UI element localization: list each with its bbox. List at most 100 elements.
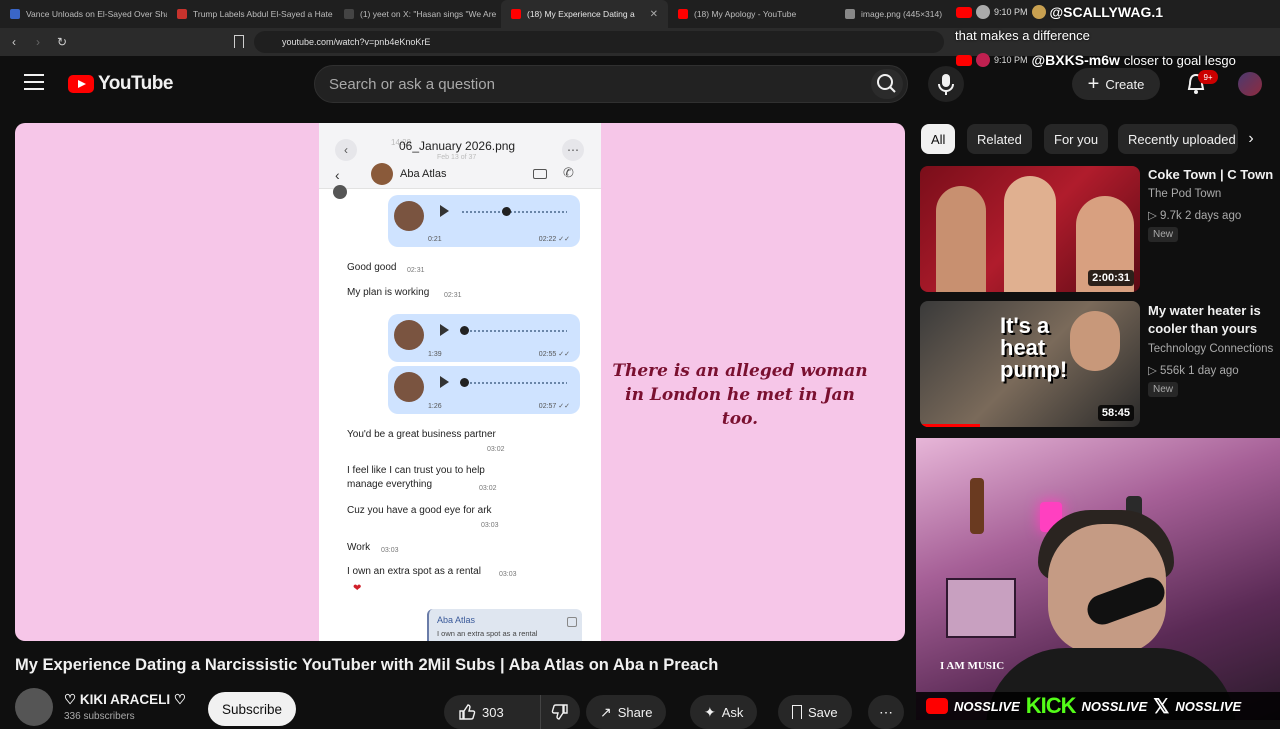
voice-avatar	[394, 201, 424, 231]
tab-title: (18) My Experience Dating a	[527, 9, 635, 19]
recommendation-meta: ▷ 556k 1 day ago	[1148, 365, 1239, 377]
webcam-overlay: I AM MUSIC	[916, 438, 1280, 720]
save-button[interactable]: Save	[778, 695, 852, 729]
tab-title: Trump Labels Abdul El-Sayed a Hate	[193, 9, 333, 19]
thumbnail-text: It's a heat pump!	[1000, 313, 1068, 382]
youtube-logo[interactable]: YouTube	[68, 73, 173, 95]
back-icon[interactable]: ‹	[4, 35, 24, 49]
voice-note: 0:21 02:22 ✓✓	[388, 195, 580, 247]
search-input[interactable]	[329, 74, 849, 94]
chat-message-text: Work	[347, 542, 371, 553]
youtube-icon	[678, 9, 688, 19]
thumbs-down-icon	[551, 704, 568, 720]
like-button[interactable]: 303	[444, 695, 540, 729]
ask-button[interactable]: ✦ Ask	[690, 695, 758, 729]
recommendation-title[interactable]: My water heater is cooler than yours	[1148, 302, 1276, 338]
chat-message: 9:10 PM @BXKS-m6w closer to goal lesgo	[956, 52, 1236, 68]
channel-avatar[interactable]	[15, 688, 53, 726]
thumbnail-figure	[936, 186, 986, 292]
chat-time: 9:10 PM	[994, 55, 1028, 65]
watch-progress	[920, 424, 980, 427]
voice-avatar	[394, 320, 424, 350]
avatar[interactable]	[1238, 72, 1262, 96]
chat-screenshot: 14:29 ‹ 06_January 2026.png Feb 13 of 37…	[319, 123, 601, 641]
contact-avatar	[371, 163, 393, 185]
tab-favicon-icon	[10, 9, 20, 19]
youtube-icon	[511, 9, 521, 19]
browser-tab[interactable]: Trump Labels Abdul El-Sayed a Hate	[167, 0, 334, 28]
chat-badge-icon	[1031, 5, 1046, 19]
voice-time: 02:57 ✓✓	[538, 403, 570, 410]
voice-duration: 1:39	[428, 351, 442, 358]
waveform	[462, 211, 567, 213]
waveform	[462, 382, 567, 384]
youtube-play-icon	[68, 75, 94, 93]
chat-message-text: manage everything	[347, 479, 433, 490]
address-bar[interactable]: youtube.com/watch?v=pnb4eKnoKrE	[254, 31, 944, 53]
subscribe-button[interactable]: Subscribe	[208, 692, 296, 726]
chat-message-time: 03:02	[487, 446, 505, 453]
social-handle: NOSSLIVE	[1175, 698, 1242, 714]
channel-name[interactable]: ♡ KIKI ARACELI ♡	[64, 692, 186, 708]
more-actions-button[interactable]: ⋯	[868, 695, 904, 729]
image-icon	[567, 617, 577, 627]
youtube-icon	[926, 698, 948, 714]
chevron-right-icon[interactable]: ›	[1240, 128, 1262, 150]
reload-icon[interactable]: ↻	[52, 35, 72, 49]
meta-text: 556k 1 day ago	[1160, 365, 1239, 377]
recommendation-channel[interactable]: Technology Connections	[1148, 343, 1276, 355]
search-box	[314, 65, 908, 103]
tab-title: Vance Unloads on El-Sayed Over Sha	[26, 9, 167, 19]
ask-label: Ask	[721, 704, 744, 720]
bookmark-icon[interactable]	[234, 35, 244, 48]
voice-search-button[interactable]	[928, 66, 964, 102]
chip-related[interactable]: Related	[967, 124, 1032, 154]
kick-logo: KICK	[1025, 693, 1077, 718]
microphone-icon	[938, 74, 954, 95]
chat-text: closer to goal lesgo	[1123, 52, 1236, 68]
video-player[interactable]: 14:29 ‹ 06_January 2026.png Feb 13 of 37…	[15, 123, 905, 641]
social-handle: NOSSLIVE	[954, 698, 1020, 714]
menu-icon[interactable]	[24, 74, 44, 90]
recommendation-thumbnail[interactable]: 2:00:31	[920, 166, 1140, 292]
voice-note: 1:26 02:57 ✓✓	[388, 366, 580, 414]
recommendation-channel[interactable]: The Pod Town	[1148, 188, 1276, 200]
chip-recently-uploaded[interactable]: Recently uploaded	[1118, 124, 1238, 154]
thumbnail-figure	[1004, 176, 1056, 292]
notification-count-badge: 9+	[1198, 70, 1218, 84]
video-call-icon	[533, 169, 547, 179]
bookmark-icon	[792, 705, 802, 719]
tab-title: image.png (445×314)	[861, 9, 943, 19]
plus-icon: +	[1087, 72, 1100, 95]
dislike-button[interactable]	[540, 695, 580, 729]
forward-icon[interactable]: ›	[28, 35, 48, 49]
close-icon[interactable]: ✕	[650, 9, 658, 20]
chip-all[interactable]: All	[921, 124, 956, 154]
image-file-subtitle: Feb 13 of 37	[437, 154, 477, 161]
chat-message-time: 03:03	[499, 571, 517, 578]
recommendation-title[interactable]: Coke Town | C Town	[1148, 166, 1276, 184]
share-button[interactable]: ↗ Share	[586, 695, 667, 729]
chat-message-text: I feel like I can trust you to help	[347, 465, 485, 476]
save-label: Save	[808, 704, 838, 720]
url-text: youtube.com/watch?v=pnb4eKnoKrE	[282, 37, 431, 47]
social-handle: NOSSLIVE	[1081, 698, 1148, 714]
browser-tab-active[interactable]: (18) My Experience Dating a ✕	[501, 0, 668, 28]
search-button[interactable]	[871, 69, 903, 99]
chat-message-text: You'd be a great business partner	[347, 429, 496, 440]
browser-tab[interactable]: Vance Unloads on El-Sayed Over Sha	[0, 0, 167, 28]
browser-tab[interactable]: (1) yeet on X: "Hasan sings "We Are	[334, 0, 501, 28]
quote-name: Aba Atlas	[437, 615, 476, 625]
recommendation-thumbnail[interactable]: It's a heat pump! 58:45	[920, 301, 1140, 427]
voice-duration: 0:21	[428, 236, 442, 243]
phone-header: 14:29 ‹ 06_January 2026.png Feb 13 of 37…	[319, 123, 601, 189]
create-button[interactable]: + Create	[1072, 68, 1160, 100]
chip-for-you[interactable]: For you	[1044, 124, 1109, 154]
chat-message-text: that makes a difference	[955, 28, 1090, 43]
voice-note: 1:39 02:55 ✓✓	[388, 314, 580, 362]
x-icon: 𝕏	[1153, 695, 1170, 718]
waveform	[462, 330, 567, 332]
new-badge: New	[1148, 382, 1179, 397]
reply-quote: Aba Atlas I own an extra spot as a renta…	[427, 609, 582, 641]
browser-tab[interactable]: (18) My Apology - YouTube	[668, 0, 835, 28]
